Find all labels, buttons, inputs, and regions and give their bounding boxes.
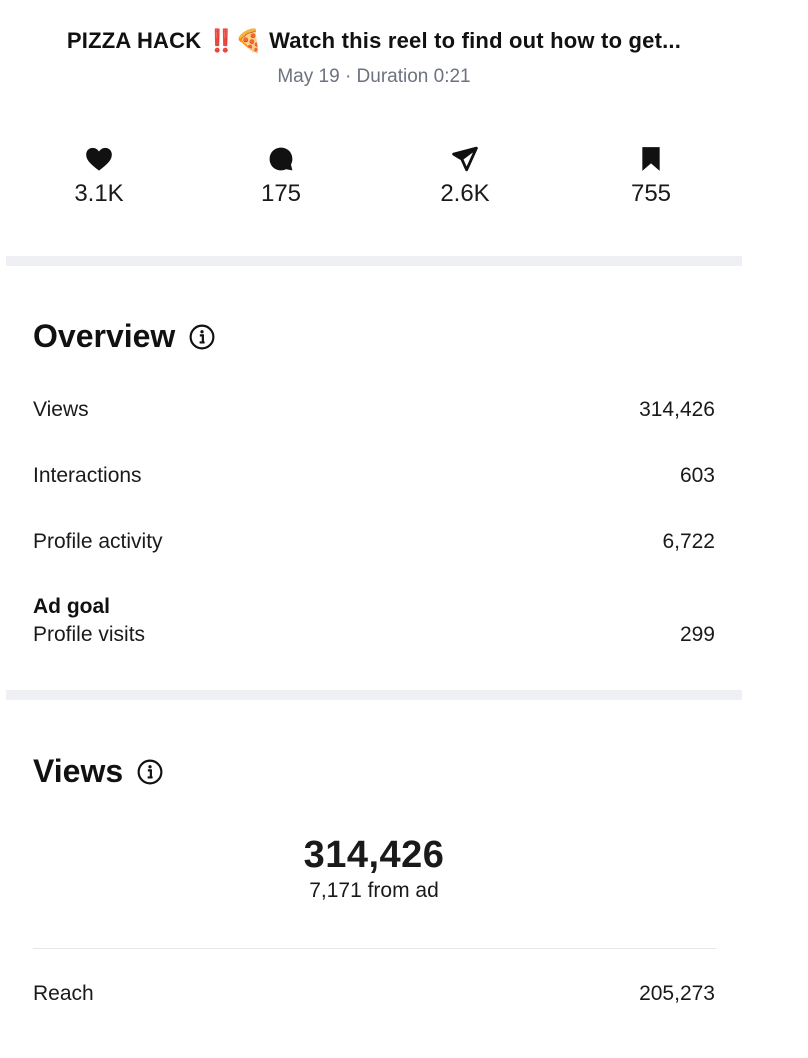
row-label: Views xyxy=(33,398,89,421)
post-meta: May 19 · Duration 0:21 xyxy=(277,66,471,87)
info-icon[interactable] xyxy=(189,324,215,350)
views-row-reach[interactable]: Reach 205,273 xyxy=(33,982,715,1006)
info-icon[interactable] xyxy=(137,759,163,785)
comments-count: 175 xyxy=(260,180,302,207)
row-value: 299 xyxy=(679,623,715,646)
overview-row-profile-activity[interactable]: Profile activity 6,722 xyxy=(33,530,715,554)
double-exclamation-emoji: ‼️ xyxy=(207,29,236,54)
likes-count: 3.1K xyxy=(74,180,124,207)
pizza-emoji: 🍕 xyxy=(235,29,263,54)
section-divider xyxy=(6,690,742,700)
overview-row-profile-visits[interactable]: Profile visits 299 xyxy=(33,623,715,647)
saves-count: 755 xyxy=(630,180,672,207)
post-title-rest: Watch this reel to find out how to get..… xyxy=(269,28,682,53)
row-label: Profile visits xyxy=(33,623,146,646)
views-total-block: 314,426 7,171 from ad xyxy=(0,834,748,903)
row-label: Reach xyxy=(33,982,94,1005)
bookmark-icon xyxy=(581,144,721,174)
post-title-prefix: PIZZA HACK xyxy=(66,28,202,53)
overview-row-interactions[interactable]: Interactions 603 xyxy=(33,464,715,488)
views-title: Views xyxy=(33,753,163,790)
views-from-ad: 7,171 from ad xyxy=(309,879,439,902)
section-divider xyxy=(6,256,742,266)
post-header: PIZZA HACK ‼️🍕 Watch this reel to find o… xyxy=(0,28,748,88)
overview-title-text: Overview xyxy=(33,318,176,354)
row-value: 205,273 xyxy=(639,982,715,1005)
shares-stat[interactable]: 2.6K xyxy=(395,144,535,208)
ad-goal-label: Ad goal xyxy=(33,595,110,618)
views-title-text: Views xyxy=(33,753,124,789)
row-value: 603 xyxy=(679,464,715,487)
row-separator xyxy=(33,948,716,949)
row-label: Profile activity xyxy=(33,530,163,553)
shares-count: 2.6K xyxy=(440,180,490,207)
likes-stat[interactable]: 3.1K xyxy=(29,144,169,208)
row-value: 6,722 xyxy=(662,530,715,553)
post-title[interactable]: PIZZA HACK ‼️🍕 Watch this reel to find o… xyxy=(0,28,748,54)
engagement-stats: 3.1K 175 2.6K 755 xyxy=(0,144,748,224)
row-label: Interactions xyxy=(33,464,142,487)
comments-stat[interactable]: 175 xyxy=(211,144,351,208)
overview-title: Overview xyxy=(33,318,215,355)
heart-icon xyxy=(29,144,169,174)
overview-row-views[interactable]: Views 314,426 xyxy=(33,398,715,422)
saves-stat[interactable]: 755 xyxy=(581,144,721,208)
views-total: 314,426 xyxy=(303,834,445,876)
comment-icon xyxy=(211,144,351,174)
row-value: 314,426 xyxy=(639,398,715,421)
send-icon xyxy=(395,144,535,174)
